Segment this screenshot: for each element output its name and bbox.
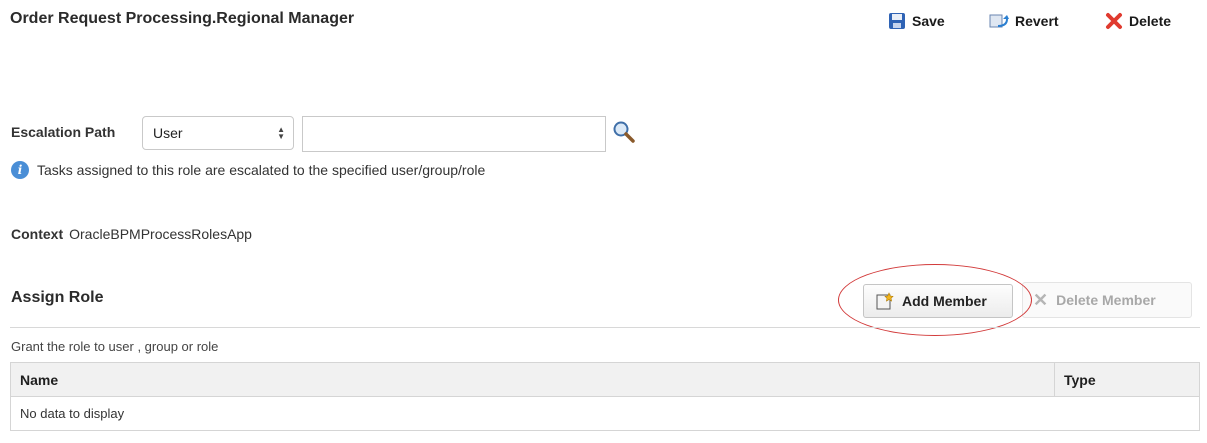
section-divider bbox=[10, 327, 1200, 328]
save-label: Save bbox=[912, 13, 945, 29]
context-row: Context OracleBPMProcessRolesApp bbox=[11, 226, 252, 242]
escalation-path-label: Escalation Path bbox=[11, 124, 116, 140]
column-header-name[interactable]: Name bbox=[10, 362, 1055, 397]
highlight-ellipse bbox=[838, 264, 1032, 336]
escalation-user-input[interactable] bbox=[302, 116, 606, 152]
context-value: OracleBPMProcessRolesApp bbox=[69, 226, 252, 242]
table-row: No data to display bbox=[11, 397, 1200, 431]
escalation-info-text: Tasks assigned to this role are escalate… bbox=[37, 162, 486, 178]
members-table: Name Type No data to display bbox=[10, 362, 1200, 431]
search-button[interactable] bbox=[612, 120, 636, 144]
save-button[interactable]: Save bbox=[888, 10, 945, 32]
context-label: Context bbox=[11, 226, 64, 242]
save-icon bbox=[889, 13, 905, 29]
info-icon: i bbox=[11, 161, 29, 179]
delete-member-button[interactable]: ✕ Delete Member bbox=[1022, 282, 1192, 318]
table-header-row: Name Type bbox=[10, 362, 1200, 397]
revert-label: Revert bbox=[1015, 13, 1059, 29]
delete-member-label: Delete Member bbox=[1056, 292, 1156, 308]
assign-role-description: Grant the role to user , group or role bbox=[11, 339, 219, 354]
delete-button[interactable]: Delete bbox=[1105, 10, 1171, 32]
delete-icon bbox=[1106, 13, 1122, 29]
select-arrows-icon: ▲ ▼ bbox=[277, 125, 285, 141]
revert-button[interactable]: Revert bbox=[989, 10, 1059, 32]
revert-icon bbox=[989, 14, 1009, 28]
search-icon bbox=[613, 121, 635, 143]
delete-label: Delete bbox=[1129, 13, 1172, 29]
empty-table-message: No data to display bbox=[20, 406, 125, 421]
column-header-type[interactable]: Type bbox=[1054, 362, 1200, 397]
escalation-info: i Tasks assigned to this role are escala… bbox=[11, 161, 485, 179]
delete-member-icon: ✕ bbox=[1033, 289, 1049, 310]
escalation-type-select[interactable]: User ▲ ▼ bbox=[142, 116, 294, 150]
escalation-type-value: User bbox=[153, 125, 183, 141]
assign-role-title: Assign Role bbox=[11, 289, 104, 306]
page-title: Order Request Processing.Regional Manage… bbox=[10, 10, 355, 27]
